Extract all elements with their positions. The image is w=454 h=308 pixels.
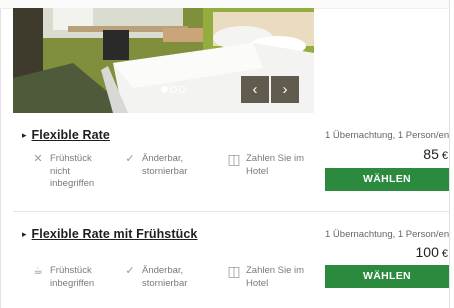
price-value: 100 <box>415 244 439 260</box>
room-photo: ‹ › <box>13 8 314 113</box>
coffee-cup-icon: ☕ <box>33 265 43 277</box>
price: 100 € <box>416 244 448 260</box>
currency-symbol: € <box>441 150 448 162</box>
feature-text: Frühstück nicht inbegriffen <box>50 153 95 189</box>
gallery-next-button[interactable]: › <box>271 76 299 103</box>
page-right-border <box>449 0 450 308</box>
price: 85 € <box>423 146 448 162</box>
caret-right-icon: ▸ <box>22 228 27 239</box>
feature-breakfast: ☕ Frühstück inbegriffen <box>30 265 110 290</box>
feature-text: Zahlen Sie im Hotel <box>246 153 305 177</box>
feature-payment: ◫ Zahlen Sie im Hotel <box>226 151 316 178</box>
page-left-border <box>0 0 1 308</box>
feature-text: Zahlen Sie im Hotel <box>246 265 305 289</box>
gallery-dot-1[interactable] <box>161 86 168 93</box>
x-icon: ✕ <box>33 153 43 165</box>
caret-right-icon: ▸ <box>22 129 27 140</box>
choose-rate-button[interactable]: WÄHLEN <box>325 265 449 288</box>
feature-flexible: ✓ Änderbar, stornierbar <box>122 153 202 178</box>
rate-title-row: ▸ Flexible Rate <box>22 128 110 142</box>
chevron-left-icon: ‹ <box>252 81 258 98</box>
check-icon: ✓ <box>125 153 135 165</box>
rate-title-link[interactable]: Flexible Rate <box>32 128 110 142</box>
payment-terminal-icon: ◫ <box>227 151 241 167</box>
rate-divider <box>13 211 449 212</box>
gallery-dots <box>161 86 186 93</box>
rate-title-row: ▸ Flexible Rate mit Frühstück <box>22 227 197 241</box>
feature-text: Änderbar, stornierbar <box>142 153 188 177</box>
occupancy-text: 1 Übernachtung, 1 Person/en <box>325 130 450 141</box>
feature-text: Änderbar, stornierbar <box>142 265 188 289</box>
payment-terminal-icon: ◫ <box>227 263 241 279</box>
chevron-right-icon: › <box>282 81 288 98</box>
feature-payment: ◫ Zahlen Sie im Hotel <box>226 263 316 290</box>
currency-symbol: € <box>441 248 448 260</box>
gallery-dot-3[interactable] <box>179 86 186 93</box>
rate-title-link[interactable]: Flexible Rate mit Frühstück <box>32 227 198 241</box>
check-icon: ✓ <box>125 265 135 277</box>
feature-text: Frühstück inbegriffen <box>50 265 95 289</box>
price-value: 85 <box>423 146 439 162</box>
feature-breakfast: ✕ Frühstück nicht inbegriffen <box>30 153 110 191</box>
gallery-prev-button[interactable]: ‹ <box>241 76 269 103</box>
gallery-dot-2[interactable] <box>170 86 177 93</box>
occupancy-text: 1 Übernachtung, 1 Person/en <box>325 229 450 240</box>
feature-flexible: ✓ Änderbar, stornierbar <box>122 265 202 290</box>
choose-rate-button[interactable]: WÄHLEN <box>325 168 449 191</box>
